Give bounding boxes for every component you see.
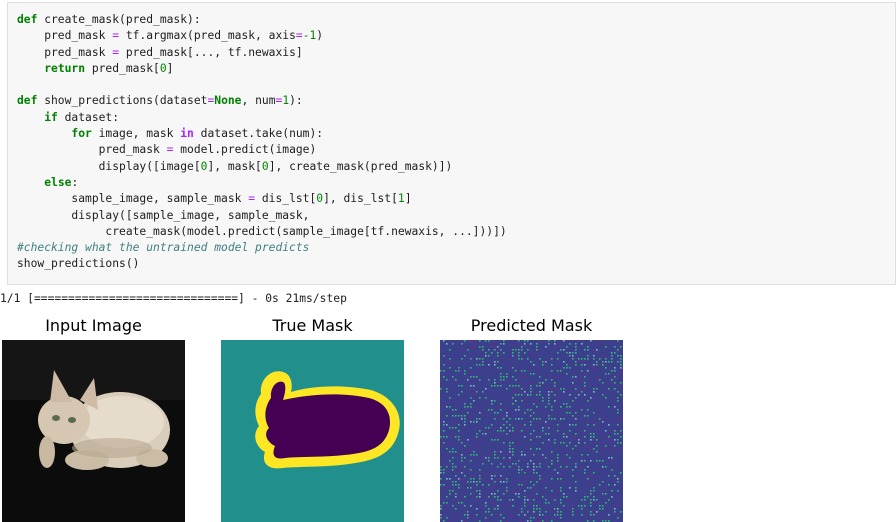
input-image [2,340,185,522]
code-cell[interactable]: def create_mask(pred_mask): pred_mask = … [7,2,896,285]
code-line: pred_mask = model.predict(image) [17,143,317,157]
panel-title-predicted-mask: Predicted Mask [470,316,593,335]
code-line: display([sample_image, sample_mask, [17,208,310,222]
code-editor[interactable]: def create_mask(pred_mask): pred_mask = … [17,12,507,273]
code-line: #checking what the untrained model predi… [17,241,310,255]
code-line: else: [44,175,79,189]
code-line: return pred_mask[0] [44,61,174,75]
true-mask-image [221,340,404,522]
predicted-mask-image [440,340,623,522]
code-line: def show_predictions(dataset=None, num=1… [17,94,303,108]
code-line: if dataset: [44,110,120,124]
code-line: pred_mask = tf.argmax(pred_mask, axis=-1… [17,29,324,43]
code-line: def create_mask(pred_mask): [17,13,201,26]
code-line: show_predictions() [17,257,140,271]
panel-title-true-mask: True Mask [272,316,353,335]
code-line: pred_mask = pred_mask[..., tf.newaxis] [17,45,303,59]
code-line: create_mask(model.predict(sample_image[t… [17,224,507,238]
code-line: sample_image, sample_mask = dis_lst[0], … [17,192,412,206]
panel-title-input: Input Image [45,316,142,335]
progress-output: 1/1 [==============================] - 0… [0,292,347,305]
code-line: for image, mask in dataset.take(num): [71,127,324,141]
code-line: display([image[0], mask[0], create_mask(… [17,159,453,173]
